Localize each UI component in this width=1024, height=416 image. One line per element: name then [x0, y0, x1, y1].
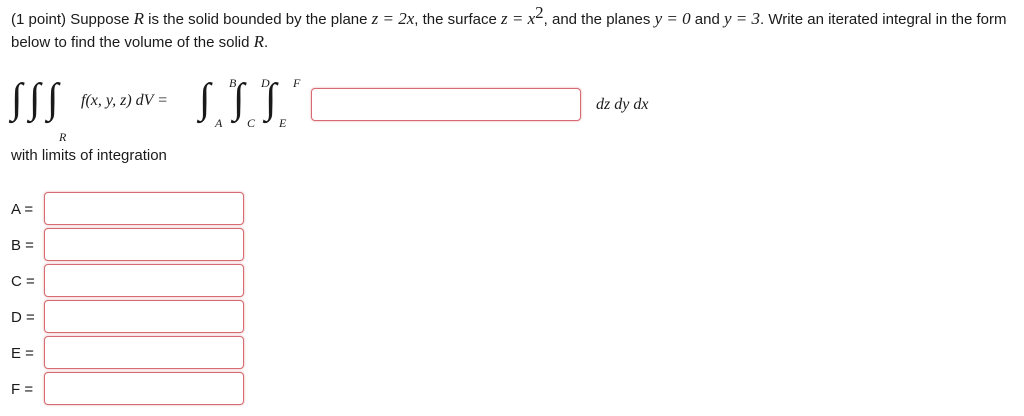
differentials: dz dy dx	[596, 96, 649, 113]
integral-sign: ∫	[29, 76, 41, 122]
limit-f-input[interactable]	[44, 372, 244, 405]
plane-equation: z = 2x	[371, 9, 415, 28]
problem-text: (1 point) Suppose	[11, 11, 134, 28]
problem-text: is the solid bounded by the plane	[143, 11, 372, 28]
region-subscript: R	[59, 130, 67, 144]
region-symbol: R	[133, 9, 144, 28]
surface-equation: z = x	[501, 9, 536, 28]
upper-limit-f: F	[293, 76, 301, 90]
integral-sign: ∫	[11, 76, 23, 122]
plane-y3: y = 3	[723, 9, 760, 28]
integral-sign: ∫	[233, 76, 245, 122]
integral-sign: ∫	[47, 76, 59, 122]
limit-label: E =	[11, 345, 34, 362]
plane-y0: y = 0	[654, 9, 691, 28]
lower-limit-c: C	[247, 116, 256, 130]
problem-text: .	[264, 34, 269, 51]
limit-label: F =	[11, 381, 34, 398]
limit-b-input[interactable]	[44, 228, 244, 261]
region-symbol: R	[253, 32, 265, 51]
integral-sign: ∫	[199, 76, 211, 122]
problem-text: , the surface	[414, 11, 501, 28]
problem-text: , and the planes	[543, 11, 655, 28]
limit-c-input[interactable]	[44, 264, 244, 297]
lower-limit-e: E	[279, 116, 287, 130]
integral-sign: ∫	[265, 76, 277, 122]
integrand: f(x, y, z) dV =	[81, 92, 168, 109]
limit-d-input[interactable]	[44, 300, 244, 333]
limits-label: with limits of integration	[11, 147, 167, 164]
lower-limit-a: A	[215, 116, 223, 130]
limit-label: D =	[11, 309, 35, 326]
problem-text: and	[690, 11, 724, 28]
surface-exponent: 2	[535, 3, 544, 22]
limit-label: B =	[11, 237, 34, 254]
limit-e-input[interactable]	[44, 336, 244, 369]
problem-statement: (1 point) Suppose R is the solid bounded…	[11, 4, 1016, 54]
integrand-input[interactable]	[311, 88, 581, 121]
limit-label: A =	[11, 201, 34, 218]
limit-label: C =	[11, 273, 35, 290]
limit-a-input[interactable]	[44, 192, 244, 225]
